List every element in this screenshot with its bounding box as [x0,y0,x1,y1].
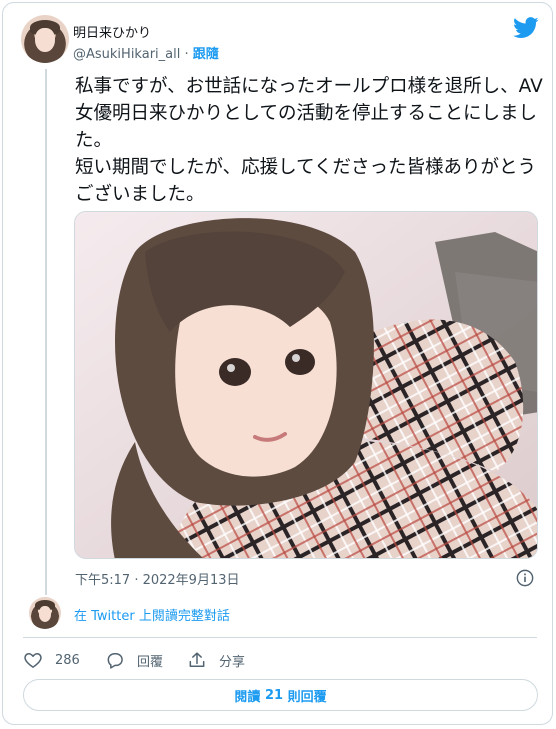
twitter-bird-icon[interactable] [513,17,539,39]
view-full-conversation-link[interactable]: 在 Twitter 上閱讀完整對話 [74,605,230,624]
tweet-text: 私事ですが、お世話になったオールプロ様を退所し、AV女優明日来ひかりとしての活動… [75,73,545,208]
read-replies-suffix: 則回覆 [283,689,327,705]
photo-illustration [75,212,537,558]
like-action[interactable]: 286 [23,650,80,670]
like-count: 286 [55,652,80,668]
tweet-timestamp[interactable]: 下午5:17 · 2022年9月13日 [75,569,240,588]
tweet-photo[interactable] [74,211,538,559]
tweet-paragraph-1: 私事ですが、お世話になったオールプロ様を退所し、AV女優明日来ひかりとしての活動… [75,76,543,151]
read-replies-count: 21 [264,687,284,703]
author-avatar[interactable] [21,15,69,63]
handle-separator: · [184,47,189,62]
tweet-paragraph-2: 短い期間でしたが、応援してくださった皆様ありがとうございました。 [75,157,537,205]
thread-author-avatar[interactable] [29,597,61,629]
embedded-tweet-card: 明日来ひかり @AsukiHikari_all · 跟隨 私事ですが、お世話にな… [2,2,553,725]
reply-bubble-icon [107,653,123,669]
read-replies-button[interactable]: 閱讀 21 則回覆 [23,679,538,711]
avatar-face [38,605,52,622]
author-handle[interactable]: @AsukiHikari_all [73,47,180,62]
heart-icon [24,653,42,668]
author-handle-row: @AsukiHikari_all · 跟隨 [73,43,219,62]
follow-link[interactable]: 跟隨 [193,47,219,62]
thread-connector-line [45,69,47,595]
info-icon[interactable] [516,569,534,587]
share-icon [189,652,205,667]
actions-divider [23,637,537,638]
reply-label: 回覆 [137,654,164,670]
author-name[interactable]: 明日来ひかり [73,22,151,41]
share-label: 分享 [219,654,246,670]
read-replies-prefix: 閱讀 [234,689,265,705]
share-action[interactable]: 分享 [187,650,245,670]
avatar-face [35,28,55,53]
reply-action[interactable]: 回覆 [105,650,163,670]
